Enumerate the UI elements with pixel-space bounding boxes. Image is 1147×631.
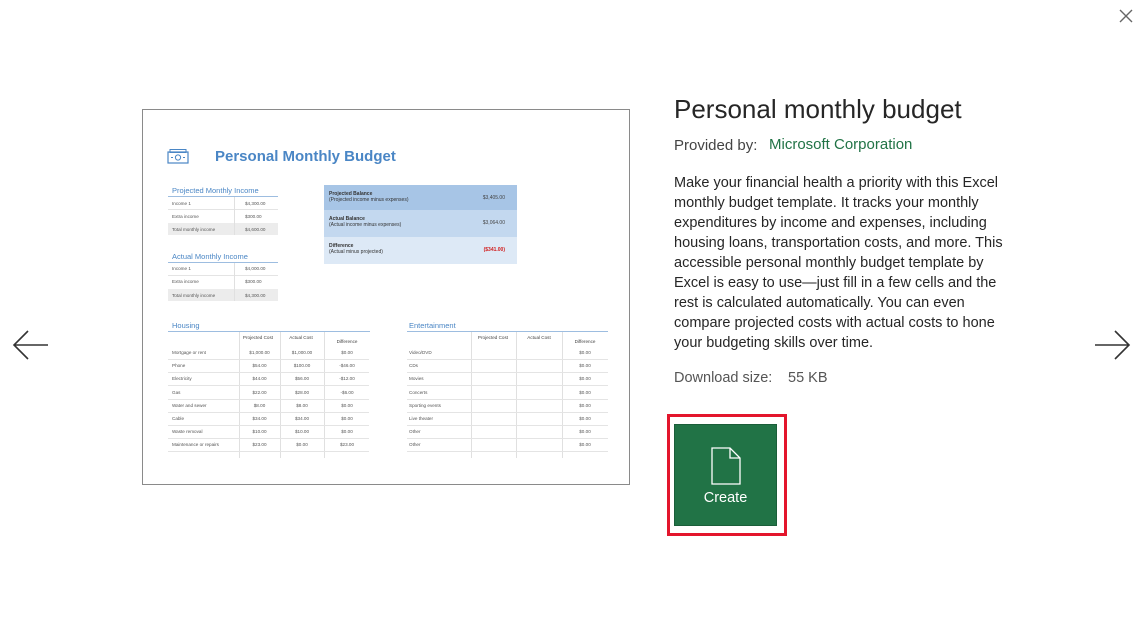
- preview-cell: $8.00: [296, 402, 308, 408]
- preview-cell: $10.00: [252, 429, 267, 435]
- close-button[interactable]: [1116, 6, 1136, 26]
- preview-cell: Phone: [172, 363, 186, 369]
- create-button-label: Create: [703, 490, 748, 506]
- preview-cell: $0.00: [341, 402, 353, 408]
- preview-cell: $0.00: [341, 416, 353, 421]
- preview-cell: $300.00: [245, 279, 262, 284]
- preview-cell: $0.00: [296, 442, 308, 448]
- download-size-value: 55 KB: [788, 370, 828, 386]
- preview-cell: $0.00: [579, 416, 591, 421]
- create-button[interactable]: Create: [674, 424, 777, 526]
- preview-cell: $0.00: [579, 350, 591, 355]
- preview-cell: $22.00: [252, 389, 267, 395]
- download-size-label: Download size:: [674, 370, 773, 386]
- preview-cell: Maintenance or repairs: [172, 442, 219, 448]
- preview-cell: $0.00: [579, 376, 591, 382]
- preview-cell: $0.00: [579, 389, 591, 395]
- template-title: Personal monthly budget: [674, 94, 962, 124]
- preview-cell: Cable: [172, 416, 185, 421]
- template-description: Make your financial health a priority wi…: [674, 175, 1003, 351]
- preview-cell: Difference: [574, 339, 596, 344]
- preview-cell: Total monthly income: [172, 293, 216, 298]
- preview-cell: Water and sewer: [172, 402, 207, 408]
- preview-cell: Other: [409, 442, 421, 448]
- preview-cell: $0.00: [341, 350, 353, 355]
- preview-cell: Electricity: [172, 376, 192, 382]
- projected-balance-box: Projected Balance (Projected income minus…: [324, 185, 517, 210]
- preview-cell: $0.00: [579, 363, 591, 369]
- preview-cell: $34.00: [252, 416, 267, 421]
- preview-cell: Difference: [336, 339, 358, 344]
- preview-cell: Mortgage or rent: [172, 350, 206, 355]
- actual-income-heading: Actual Monthly Income: [172, 252, 248, 261]
- preview-cell: $0.00: [579, 429, 591, 435]
- next-template-button[interactable]: [1092, 325, 1132, 365]
- preview-cell: Movies: [409, 376, 424, 382]
- preview-cell: $4,600.00: [245, 227, 266, 232]
- preview-cell: $8.00: [253, 402, 266, 408]
- preview-title: Personal Monthly Budget: [215, 148, 396, 165]
- preview-cell: $1,000.00: [291, 350, 313, 355]
- preview-cell: $4,300.00: [245, 201, 266, 206]
- preview-cell: Gas: [172, 389, 181, 395]
- preview-cell: Waste removal: [172, 429, 203, 435]
- previous-template-button[interactable]: [11, 325, 51, 365]
- preview-cell: $23.00: [339, 442, 355, 448]
- preview-cell: Sporting events: [409, 402, 441, 408]
- preview-cell: Extra income: [172, 279, 199, 284]
- preview-cell: $4,300.00: [245, 293, 266, 298]
- preview-cell: Projected Cost: [477, 335, 509, 340]
- preview-cell: -$46.00: [339, 363, 355, 369]
- provided-by-label: Provided by:: [674, 137, 758, 154]
- actual-balance-box: Actual Balance (Actual income minus expen…: [324, 210, 517, 237]
- preview-cell: Total monthly income: [172, 227, 216, 232]
- preview-cell: $44.00: [252, 376, 267, 382]
- arrow-left-icon: [12, 330, 48, 360]
- preview-cell: $4,000.00: [245, 266, 266, 271]
- preview-cell: $56.00: [294, 376, 310, 382]
- preview-cell: $0.00: [341, 429, 353, 435]
- preview-cell: Actual Cost: [289, 335, 313, 340]
- projected-income-heading: Projected Monthly Income: [172, 186, 259, 195]
- preview-cell: $54.00: [252, 363, 267, 369]
- preview-cell: Projected Cost: [242, 335, 274, 340]
- preview-cell: Actual Cost: [527, 335, 551, 340]
- difference-box: Difference (Actual minus projected) ($341…: [324, 237, 517, 264]
- document-icon: [711, 447, 741, 485]
- preview-cell: $1,000.00: [249, 350, 270, 355]
- preview-cell: Video/DVD: [409, 350, 432, 355]
- preview-cell: Live theater: [409, 416, 434, 421]
- provider-link[interactable]: Microsoft Corporation: [769, 136, 912, 153]
- preview-cell: $28.00: [294, 389, 310, 395]
- preview-cell: $23.00: [252, 442, 267, 448]
- preview-cell: Other: [409, 429, 421, 435]
- preview-cell: Extra income: [172, 214, 199, 219]
- preview-cell: Concerts: [409, 389, 428, 395]
- preview-cell: -$12.00: [339, 376, 355, 382]
- preview-cell: $300.00: [245, 214, 262, 219]
- preview-cell: CDs: [409, 363, 418, 369]
- money-icon: [167, 149, 189, 164]
- arrow-right-icon: [1095, 330, 1131, 360]
- housing-heading: Housing: [172, 321, 200, 330]
- preview-cell: $0.00: [579, 442, 591, 448]
- preview-cell: $100.00: [293, 363, 311, 369]
- close-icon: [1119, 9, 1133, 23]
- preview-cell: $10.00: [294, 429, 310, 435]
- preview-cell: Income 1: [172, 201, 191, 206]
- preview-cell: -$6.00: [340, 389, 354, 395]
- preview-cell: $34.00: [294, 416, 310, 421]
- entertainment-heading: Entertainment: [409, 321, 456, 330]
- template-preview: Personal Monthly Budget Projected Monthl…: [142, 109, 630, 485]
- preview-cell: $0.00: [579, 402, 591, 408]
- preview-cell: Income 1: [172, 266, 191, 271]
